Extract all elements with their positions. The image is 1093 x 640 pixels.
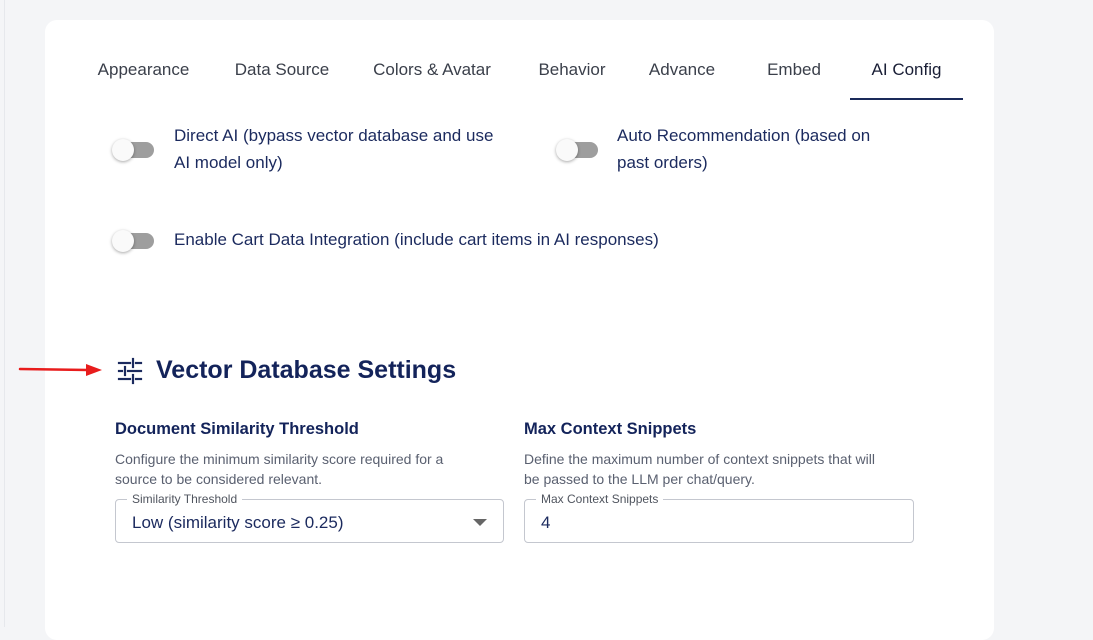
similarity-description-line1: Configure the minimum similarity score r… — [115, 451, 444, 467]
similarity-threshold-value: Low (similarity score ≥ 0.25) — [132, 513, 344, 532]
tab-advance[interactable]: Advance — [632, 50, 732, 100]
tab-bar: Appearance Data Source Colors & Avatar B… — [75, 50, 965, 100]
max-context-snippets-value: 4 — [541, 513, 551, 532]
tab-appearance[interactable]: Appearance — [75, 50, 212, 100]
tab-embed[interactable]: Embed — [738, 50, 850, 100]
snippets-title: Max Context Snippets — [524, 420, 697, 438]
direct-ai-toggle[interactable] — [110, 138, 158, 162]
toggle-knob — [556, 139, 578, 161]
similarity-title: Document Similarity Threshold — [115, 420, 359, 438]
snippets-description-line2: be passed to the LLM per chat/query. — [524, 471, 755, 487]
snippets-description-line1: Define the maximum number of context sni… — [524, 451, 875, 467]
similarity-threshold-select[interactable]: Similarity Threshold Low (similarity sco… — [115, 491, 504, 543]
section-title: Vector Database Settings — [156, 356, 457, 384]
similarity-description-line2: source to be considered relevant. — [115, 471, 323, 487]
snippets-description: Define the maximum number of context sni… — [524, 449, 914, 489]
sliders-icon — [117, 357, 143, 385]
tab-behavior[interactable]: Behavior — [518, 50, 626, 100]
similarity-description: Configure the minimum similarity score r… — [115, 449, 505, 489]
direct-ai-label-line2: AI model only) — [174, 153, 283, 172]
auto-recommendation-label-line1: Auto Recommendation (based on — [617, 126, 871, 145]
tab-data-source[interactable]: Data Source — [218, 50, 346, 100]
max-context-snippets-legend: Max Context Snippets — [536, 491, 664, 507]
toggle-knob — [112, 139, 134, 161]
auto-recommendation-label-line2: past orders) — [617, 153, 708, 172]
cart-integration-toggle[interactable] — [110, 229, 158, 253]
chevron-down-icon — [473, 519, 487, 526]
settings-card: Appearance Data Source Colors & Avatar B… — [45, 20, 994, 640]
similarity-threshold-legend: Similarity Threshold — [127, 491, 243, 507]
toggle-knob — [112, 230, 134, 252]
auto-recommendation-toggle[interactable] — [554, 138, 602, 162]
direct-ai-label-line1: Direct AI (bypass vector database and us… — [174, 126, 494, 145]
direct-ai-label: Direct AI (bypass vector database and us… — [174, 122, 493, 176]
red-arrow-icon — [18, 364, 102, 376]
auto-recommendation-label: Auto Recommendation (based on past order… — [617, 122, 870, 176]
tab-colors-avatar[interactable]: Colors & Avatar — [352, 50, 512, 100]
tab-ai-config[interactable]: AI Config — [850, 50, 963, 100]
max-context-snippets-input[interactable]: Max Context Snippets 4 — [524, 491, 914, 543]
cart-integration-label: Enable Cart Data Integration (include ca… — [174, 230, 659, 249]
